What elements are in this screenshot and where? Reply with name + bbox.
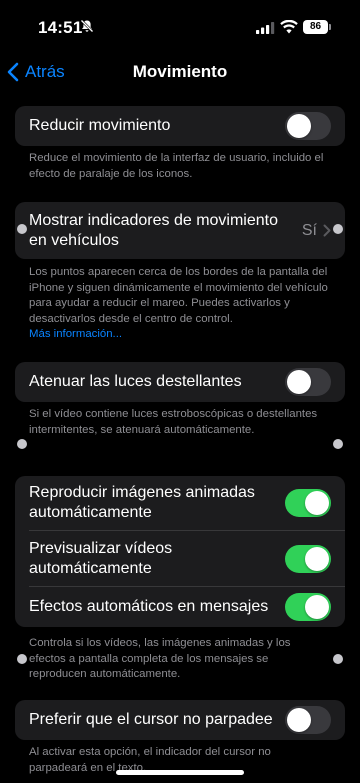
autoplay-images-toggle[interactable]: [285, 489, 331, 517]
autoplay-card: Reproducir imágenes animadas automáticam…: [15, 476, 345, 627]
reduce-motion-card: Reducir movimiento: [15, 106, 345, 146]
reduce-motion-footer: Reduce el movimiento de la interfaz de u…: [29, 152, 324, 180]
dim-flashing-card: Atenuar las luces destellantes: [15, 362, 345, 402]
toggle-knob: [305, 491, 329, 515]
toggle-knob: [287, 114, 311, 138]
home-indicator[interactable]: [116, 770, 244, 775]
preview-videos-toggle[interactable]: [285, 544, 331, 573]
page-title: Movimiento: [132, 62, 228, 81]
cursor-label: Preferir que el cursor no parpadee: [29, 711, 273, 728]
dim-flashing-toggle[interactable]: [285, 368, 331, 396]
autoplay-footer: Controla si los vídeos, las imágenes ani…: [29, 637, 291, 680]
motion-cue-dot: [17, 224, 27, 234]
autoplay-images-label: Reproducir imágenes animadas automáticam…: [29, 484, 255, 521]
reduce-motion-toggle[interactable]: [285, 112, 331, 140]
motion-cue-dot: [17, 654, 27, 664]
status-bar: 14:51 86: [0, 0, 360, 52]
message-effects-toggle[interactable]: [285, 593, 331, 621]
motion-cue-dot: [333, 439, 343, 449]
toggle-knob: [287, 370, 311, 394]
vehicle-cues-footer: Los puntos aparecen cerca de los bordes …: [29, 265, 329, 343]
toggle-knob: [287, 708, 311, 732]
navigation-bar: Atrás Movimiento: [0, 52, 360, 92]
preview-videos-row[interactable]: Previsualizar vídeos automáticamente: [29, 530, 345, 586]
motion-cue-dot: [333, 224, 343, 234]
bell-slash-icon: [80, 19, 94, 33]
motion-cue-dot: [17, 439, 27, 449]
chevron-right-icon: [323, 224, 331, 237]
cursor-toggle[interactable]: [285, 706, 331, 734]
battery-icon: 86: [303, 20, 328, 34]
toggle-knob: [305, 595, 329, 619]
vehicle-cues-card: Mostrar indicadores de movimiento en veh…: [15, 202, 345, 259]
vehicle-cues-footer-text: Los puntos aparecen cerca de los bordes …: [29, 266, 328, 325]
motion-cue-dot: [333, 654, 343, 664]
more-info-link[interactable]: Más información...: [29, 328, 122, 340]
battery-tip: [329, 24, 331, 30]
reduce-motion-label: Reducir movimiento: [29, 117, 171, 134]
vehicle-cues-row[interactable]: Mostrar indicadores de movimiento en veh…: [15, 202, 345, 259]
vehicle-cues-value-wrap: Sí: [302, 222, 331, 240]
signal-icon: [256, 22, 275, 34]
vehicle-cues-value: Sí: [301, 221, 317, 239]
status-time: 14:51: [38, 18, 83, 37]
message-effects-label: Efectos automáticos en mensajes: [29, 598, 269, 615]
reduce-motion-row[interactable]: Reducir movimiento: [15, 106, 345, 146]
dim-flashing-footer: Si el vídeo contiene luces estroboscópic…: [29, 408, 318, 436]
cursor-row[interactable]: Preferir que el cursor no parpadee: [15, 700, 345, 740]
cursor-card: Preferir que el cursor no parpadee: [15, 700, 345, 740]
preview-videos-label: Previsualizar vídeos automáticamente: [29, 539, 173, 577]
dim-flashing-row[interactable]: Atenuar las luces destellantes: [15, 362, 345, 402]
message-effects-row[interactable]: Efectos automáticos en mensajes: [29, 586, 345, 627]
autoplay-images-row[interactable]: Reproducir imágenes animadas automáticam…: [15, 476, 345, 530]
toggle-knob: [305, 546, 329, 571]
vehicle-cues-label: Mostrar indicadores de movimiento en veh…: [29, 211, 278, 249]
dim-flashing-label: Atenuar las luces destellantes: [29, 373, 242, 390]
wifi-icon: [280, 20, 298, 34]
